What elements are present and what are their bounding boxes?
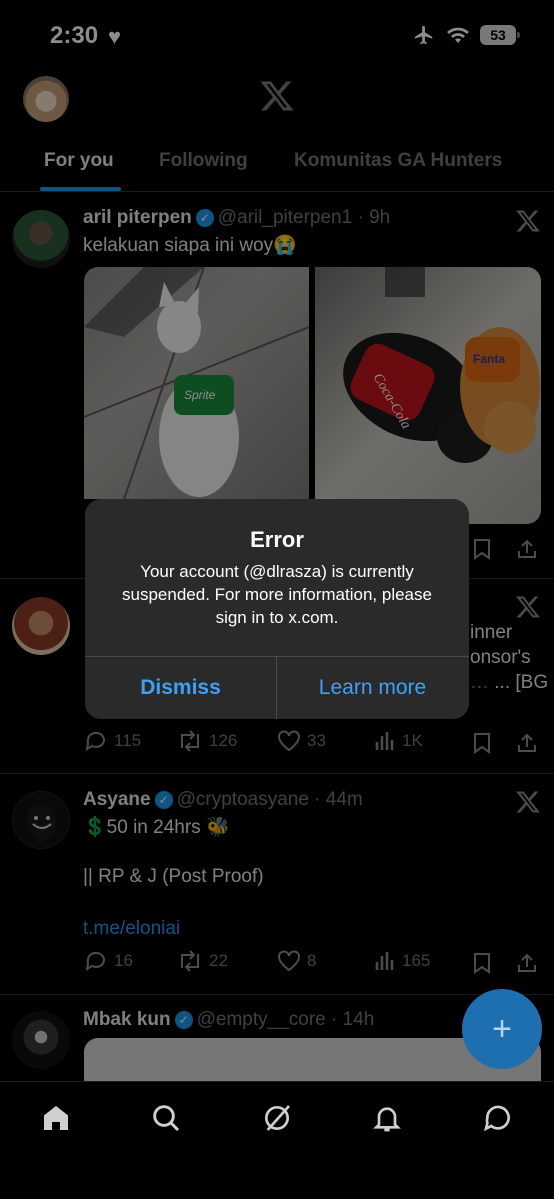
grok-icon[interactable] bbox=[261, 1102, 293, 1134]
compose-button[interactable]: + bbox=[462, 989, 542, 1069]
plus-icon: + bbox=[492, 1009, 512, 1048]
messages-icon[interactable] bbox=[482, 1102, 514, 1134]
dialog-title: Error bbox=[250, 527, 304, 552]
home-icon[interactable] bbox=[40, 1102, 72, 1134]
notifications-bell-icon[interactable] bbox=[371, 1102, 403, 1134]
error-dialog: Error Your account (@dlrasza) is current… bbox=[85, 499, 469, 719]
learn-more-button[interactable]: Learn more bbox=[277, 657, 468, 719]
search-icon[interactable] bbox=[150, 1102, 182, 1134]
bottom-navigation bbox=[0, 1081, 554, 1199]
dialog-message: Your account (@dlrasza) is currently sus… bbox=[122, 562, 432, 627]
dismiss-button[interactable]: Dismiss bbox=[85, 657, 276, 719]
